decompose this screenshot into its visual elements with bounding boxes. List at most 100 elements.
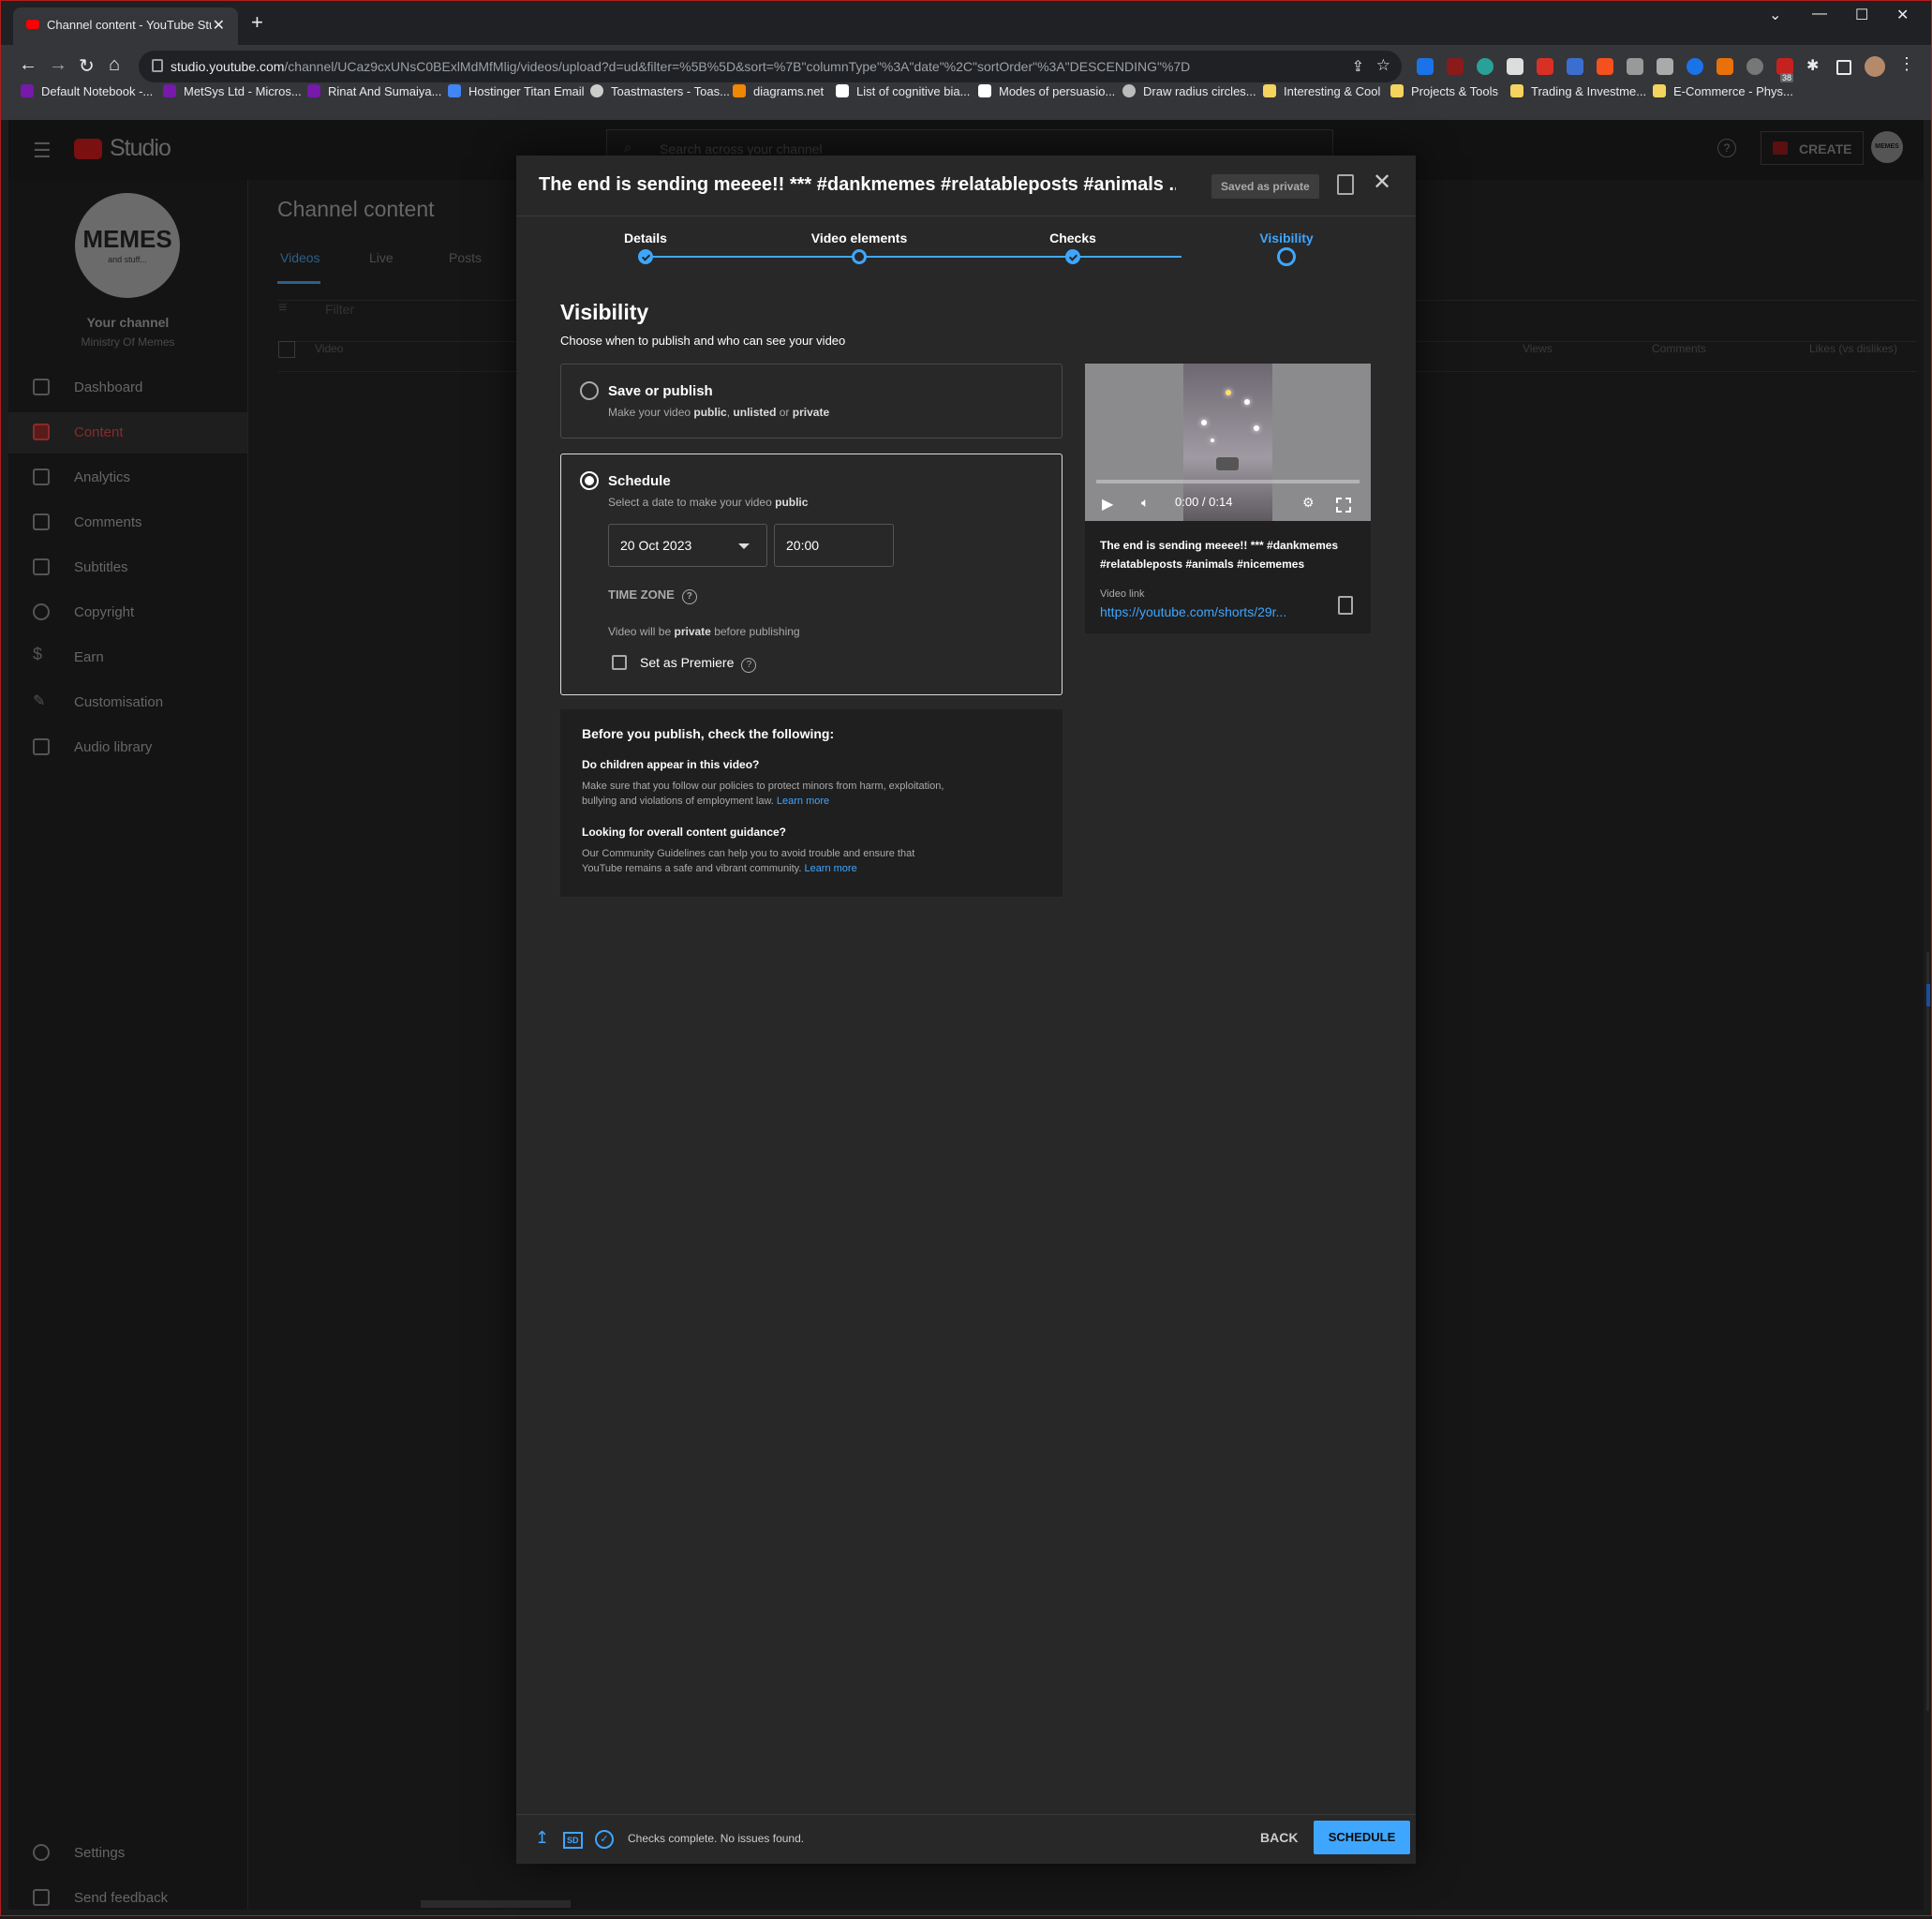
premiere-help-icon[interactable]: ? — [741, 658, 757, 673]
extensions-puzzle-icon[interactable]: ✱ — [1806, 56, 1823, 74]
column-header-likes[interactable]: Likes (vs dislikes) — [1809, 342, 1897, 355]
bookmark-folder[interactable]: Interesting & Cool — [1263, 84, 1380, 98]
channel-avatar[interactable]: MEMES and stuff... — [75, 193, 180, 298]
premiere-checkbox[interactable] — [612, 655, 627, 670]
video-link[interactable]: https://youtube.com/shorts/29r... — [1100, 604, 1314, 619]
save-or-publish-radio[interactable] — [580, 381, 599, 400]
extension-icon[interactable] — [1507, 58, 1523, 75]
horizontal-scrollbar[interactable] — [421, 1900, 571, 1908]
column-header-video[interactable]: Video — [315, 342, 343, 355]
reload-icon[interactable]: ↻ — [79, 54, 95, 78]
bookmark-star-icon[interactable]: ☆ — [1376, 56, 1390, 75]
copy-icon[interactable] — [1338, 596, 1353, 615]
extension-icon[interactable] — [1746, 58, 1763, 75]
bookmark-item[interactable]: Draw radius circles... — [1122, 84, 1256, 98]
play-icon[interactable]: ▶ — [1102, 495, 1113, 513]
video-progress-bar[interactable] — [1096, 480, 1360, 483]
timezone-help-icon[interactable]: ? — [681, 589, 697, 604]
forward-arrow-icon[interactable]: → — [49, 54, 67, 76]
date-dropdown[interactable]: 20 Oct 2023 — [608, 524, 767, 567]
bookmark-item[interactable]: Hostinger Titan Email — [448, 84, 585, 98]
maximize-icon[interactable]: ☐ — [1855, 6, 1868, 24]
sidebar-item-customisation[interactable]: ✎ Customisation — [8, 682, 247, 723]
bookmark-folder[interactable]: E-Commerce - Phys... — [1653, 84, 1793, 98]
bookmark-folder[interactable]: Projects & Tools — [1390, 84, 1498, 98]
gear-icon[interactable]: ⚙ — [1302, 495, 1315, 511]
address-bar[interactable]: studio.youtube.com/channel/UCaz9cxUNsC0B… — [139, 51, 1402, 82]
back-button[interactable]: BACK — [1260, 1830, 1298, 1845]
schedule-option[interactable]: Schedule Select a date to make your vide… — [560, 454, 1063, 695]
time-input[interactable]: 20:00 — [774, 524, 894, 567]
learn-more-link[interactable]: Learn more — [777, 796, 829, 807]
new-tab-button[interactable]: + — [251, 10, 263, 35]
extension-icon[interactable] — [1717, 58, 1733, 75]
step-visibility[interactable]: Visibility — [1259, 231, 1313, 245]
column-header-views[interactable]: Views — [1523, 342, 1553, 355]
help-icon[interactable]: ? — [1717, 139, 1736, 157]
sidebar-item-send-feedback[interactable]: Send feedback — [8, 1878, 247, 1919]
sd-quality-icon[interactable]: SD — [563, 1832, 583, 1849]
bookmark-item[interactable]: Rinat And Sumaiya... — [307, 84, 441, 98]
tab-posts[interactable]: Posts — [449, 250, 482, 265]
tab-videos[interactable]: Videos — [280, 250, 320, 265]
bookmark-item[interactable]: MetSys Ltd - Micros... — [163, 84, 302, 98]
home-icon[interactable]: ⌂ — [109, 54, 120, 76]
close-icon[interactable]: ✕ — [1373, 169, 1391, 196]
learn-more-link[interactable]: Learn more — [804, 863, 856, 874]
feedback-flag-icon[interactable] — [1337, 174, 1354, 195]
extension-icon[interactable] — [1567, 58, 1583, 75]
bookmark-item[interactable]: Toastmasters - Toas... — [590, 84, 730, 98]
tab-close-icon[interactable]: ✕ — [213, 16, 225, 35]
extension-icon[interactable] — [1447, 58, 1464, 75]
close-window-icon[interactable]: ✕ — [1896, 6, 1909, 24]
browser-menu-icon[interactable]: ⋮ — [1898, 54, 1915, 73]
sidebar-item-content[interactable]: Content — [8, 412, 247, 454]
page-scrollbar-thumb[interactable] — [1926, 984, 1930, 1006]
sidebar-item-dashboard[interactable]: Dashboard — [8, 367, 247, 409]
sidebar-item-settings[interactable]: Settings — [8, 1833, 247, 1874]
account-avatar[interactable]: MEMES — [1871, 131, 1903, 163]
sidebar-item-copyright[interactable]: Copyright — [8, 592, 247, 633]
extension-icon[interactable] — [1477, 58, 1494, 75]
extension-icon[interactable] — [1627, 58, 1643, 75]
bookmark-folder[interactable]: Trading & Investme... — [1510, 84, 1646, 98]
page-scrollbar[interactable] — [1926, 952, 1929, 1711]
browser-tab[interactable]: Channel content - YouTube Stud ✕ — [13, 7, 238, 45]
bookmark-item[interactable]: diagrams.net — [733, 84, 824, 98]
extension-icon[interactable] — [1657, 58, 1673, 75]
extension-icon[interactable] — [1417, 58, 1434, 75]
filter-icon[interactable]: ≡ — [278, 300, 287, 317]
step-checks[interactable]: Checks — [1049, 231, 1096, 245]
fullscreen-icon[interactable] — [1336, 498, 1351, 513]
sidebar-item-subtitles[interactable]: Subtitles — [8, 547, 247, 588]
save-or-publish-option[interactable]: Save or publish Make your video public, … — [560, 364, 1063, 439]
select-all-checkbox[interactable] — [278, 341, 295, 358]
sidebar-item-comments[interactable]: Comments — [8, 502, 247, 543]
extension-icon[interactable] — [1537, 58, 1553, 75]
schedule-button[interactable]: SCHEDULE — [1314, 1821, 1410, 1854]
bookmark-item[interactable]: Modes of persuasio... — [978, 84, 1115, 98]
minimize-icon[interactable]: — — [1812, 6, 1827, 22]
back-arrow-icon[interactable]: ← — [19, 54, 37, 76]
create-button[interactable]: CREATE — [1761, 131, 1864, 165]
profile-avatar[interactable] — [1865, 56, 1885, 77]
step-visibility-dot[interactable] — [1277, 247, 1296, 266]
step-details[interactable]: Details — [624, 231, 667, 245]
bookmark-item[interactable]: List of cognitive bia... — [836, 84, 970, 98]
step-checks-check-icon[interactable] — [1065, 249, 1080, 264]
volume-icon[interactable]: 🔈︎ — [1141, 495, 1149, 511]
upload-arrow-icon[interactable]: ↥ — [535, 1828, 549, 1848]
extension-icon[interactable] — [1597, 58, 1613, 75]
sidebar-item-earn[interactable]: $ Earn — [8, 637, 247, 678]
extension-icon[interactable] — [1687, 58, 1703, 75]
bookmark-item[interactable]: Default Notebook -... — [21, 84, 153, 98]
share-icon[interactable]: ⇪ — [1352, 57, 1364, 76]
tab-live[interactable]: Live — [369, 250, 394, 265]
tab-search-chevron-icon[interactable]: ⌄ — [1769, 6, 1781, 24]
step-video-elements-dot[interactable] — [852, 249, 867, 264]
video-player[interactable]: ▶ 🔈︎ 0:00 / 0:14 ⚙ — [1085, 364, 1371, 521]
side-panel-icon[interactable] — [1836, 60, 1851, 75]
sidebar-item-audio-library[interactable]: Audio library — [8, 727, 247, 768]
column-header-comments[interactable]: Comments — [1652, 342, 1706, 355]
menu-icon[interactable]: ☰ — [33, 139, 52, 163]
